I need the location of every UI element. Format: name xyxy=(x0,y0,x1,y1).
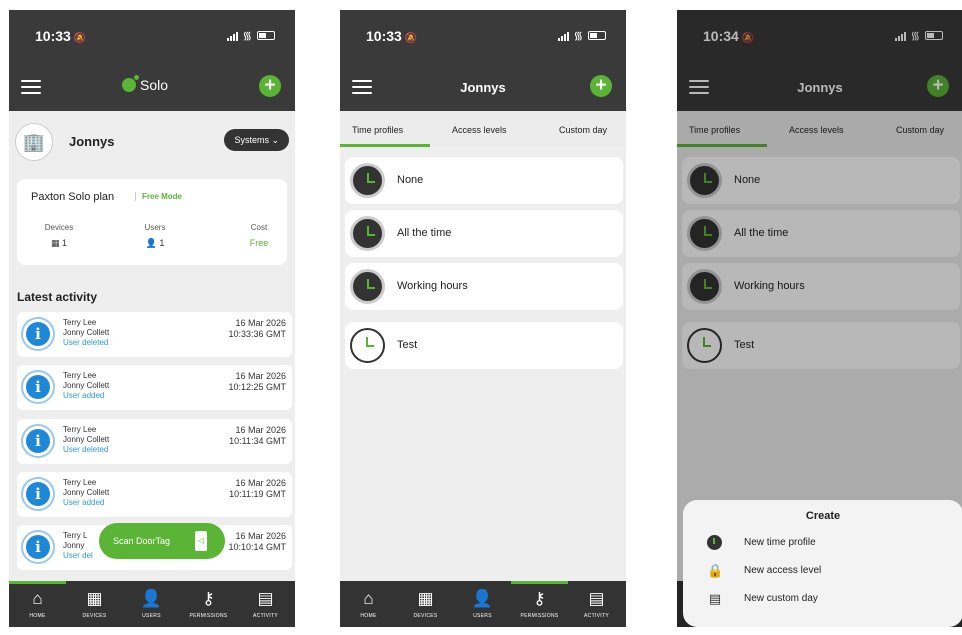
info-icon: i xyxy=(21,317,55,351)
tab-time-profiles[interactable]: Time profiles xyxy=(352,125,403,135)
status-bar: 10:33 🔕 ᯾ xyxy=(9,10,295,65)
signal-icon xyxy=(226,31,238,41)
devices-icon: ▦ xyxy=(417,589,434,608)
calendar-icon: ▤ xyxy=(257,589,274,608)
nfc-icon: ◁ xyxy=(195,531,207,551)
signal-icon xyxy=(557,31,569,41)
clock-icon xyxy=(707,535,722,550)
nav-users[interactable]: 👤USERS xyxy=(454,581,511,627)
battery-icon xyxy=(588,31,606,40)
nav-permissions[interactable]: ⚷PERMISSIONS xyxy=(511,581,568,627)
menu-icon[interactable] xyxy=(21,80,41,94)
user-icon: 👤 xyxy=(140,589,163,608)
tab-custom-day[interactable]: Custom day xyxy=(559,125,607,135)
bottom-nav: ⌂HOME ▦DEVICES 👤USERS ⚷PERMISSIONS ▤ACTI… xyxy=(340,581,626,627)
status-time: 10:33 xyxy=(35,28,71,44)
stat-users: Users 👤 1 xyxy=(144,223,166,248)
bottom-nav: ⌂HOME ▦DEVICES 👤USERS ⚷PERMISSIONS ▤ACTI… xyxy=(9,581,295,627)
plan-card[interactable]: Paxton Solo plan Free Mode Devices ▦ 1 U… xyxy=(17,179,287,265)
home-screen: 10:33 🔕 ᯾ Solo + 🏢 Jonnys Systems ⌄ Paxto… xyxy=(9,10,295,627)
user-icon: 👤 xyxy=(145,238,157,248)
plan-name: Paxton Solo plan xyxy=(31,191,115,203)
info-icon: i xyxy=(21,530,55,564)
sheet-title: Create xyxy=(805,510,841,522)
tab-access-levels[interactable]: Access levels xyxy=(452,125,507,135)
scan-doortag-button[interactable]: Scan DoorTag ◁ xyxy=(99,523,225,559)
nav-devices[interactable]: ▦DEVICES xyxy=(66,581,123,627)
new-time-profile-item[interactable]: New time profile xyxy=(707,533,947,555)
profile-item[interactable]: None xyxy=(345,157,623,204)
nav-home[interactable]: ⌂HOME xyxy=(9,581,66,627)
profile-item[interactable]: Test xyxy=(345,322,623,369)
latest-activity-title: Latest activity xyxy=(17,290,98,304)
mute-icon: 🔕 xyxy=(73,33,87,44)
clock-icon xyxy=(350,216,385,251)
app-bar: Solo + xyxy=(9,65,295,111)
building-icon: 🏢 xyxy=(15,123,53,161)
clock-icon xyxy=(350,269,385,304)
devices-icon: ▦ xyxy=(50,238,60,248)
profile-list: None All the time Working hours Test xyxy=(340,147,626,581)
calendar-icon: ▤ xyxy=(588,589,605,608)
mute-icon: 🔕 xyxy=(404,33,418,44)
time-profiles-screen: 10:33 🔕 ᯾ Jonnys + Time profiles Access l… xyxy=(340,10,626,627)
create-sheet-screen: 10:34 🔕 ᯾ Jonnys + Time profiles Access l… xyxy=(677,10,962,627)
nav-permissions[interactable]: ⚷PERMISSIONS xyxy=(180,581,237,627)
solo-logo-icon xyxy=(122,75,139,92)
activity-item[interactable]: i Terry Lee Jonny Collett User deleted 16 … xyxy=(17,312,292,357)
nav-users[interactable]: 👤USERS xyxy=(123,581,180,627)
wifi-icon: ᯾ xyxy=(242,30,252,42)
activity-item[interactable]: i Terry Lee Jonny Collett User deleted 16 … xyxy=(17,419,292,464)
key-icon: ⚷ xyxy=(202,589,215,608)
lock-icon: 🔒 xyxy=(707,563,724,578)
brand-name: Solo xyxy=(140,77,169,93)
info-icon: i xyxy=(21,477,55,511)
home-content: 🏢 Jonnys Systems ⌄ Paxton Solo plan Free… xyxy=(9,111,295,581)
nav-home[interactable]: ⌂HOME xyxy=(340,581,397,627)
brand-logo: Solo xyxy=(122,75,169,93)
plan-mode-badge: Free Mode xyxy=(135,192,182,201)
status-time: 10:33 xyxy=(366,28,402,44)
org-name: Jonnys xyxy=(69,134,115,149)
new-access-level-item[interactable]: 🔒 New access level xyxy=(707,561,947,583)
info-icon: i xyxy=(21,424,55,458)
page-title: Jonnys xyxy=(460,80,506,95)
nav-activity[interactable]: ▤ACTIVITY xyxy=(568,581,625,627)
info-icon: i xyxy=(21,370,55,404)
devices-icon: ▦ xyxy=(86,589,103,608)
systems-dropdown[interactable]: Systems ⌄ xyxy=(224,129,289,151)
calendar-icon: ▤ xyxy=(708,591,722,606)
activity-item[interactable]: i Terry Lee Jonny Collett User added 16 Ma… xyxy=(17,365,292,410)
create-sheet: Create New time profile 🔒 New access lev… xyxy=(683,500,962,627)
app-bar: Jonnys + xyxy=(340,65,626,111)
clock-icon xyxy=(350,163,385,198)
system-row: 🏢 Jonnys Systems ⌄ xyxy=(9,111,295,173)
add-button[interactable]: + xyxy=(259,75,281,97)
profile-item[interactable]: Working hours xyxy=(345,263,623,310)
profile-item[interactable]: All the time xyxy=(345,210,623,257)
stat-devices: Devices ▦ 1 xyxy=(44,223,74,248)
nav-activity[interactable]: ▤ACTIVITY xyxy=(237,581,294,627)
home-icon: ⌂ xyxy=(363,589,374,608)
clock-icon xyxy=(350,328,385,363)
key-icon: ⚷ xyxy=(533,589,546,608)
new-custom-day-item[interactable]: ▤ New custom day xyxy=(707,589,947,611)
home-icon: ⌂ xyxy=(32,589,43,608)
nav-devices[interactable]: ▦DEVICES xyxy=(397,581,454,627)
status-bar: 10:33 🔕 ᯾ xyxy=(340,10,626,65)
wifi-icon: ᯾ xyxy=(573,30,583,42)
activity-item[interactable]: i Terry Lee Jonny Collett User added 16 Ma… xyxy=(17,472,292,517)
user-icon: 👤 xyxy=(471,589,494,608)
stat-cost: Cost Free xyxy=(249,223,269,248)
add-button[interactable]: + xyxy=(590,75,612,97)
battery-icon xyxy=(257,31,275,40)
tab-bar: Time profiles Access levels Custom day xyxy=(340,111,626,147)
